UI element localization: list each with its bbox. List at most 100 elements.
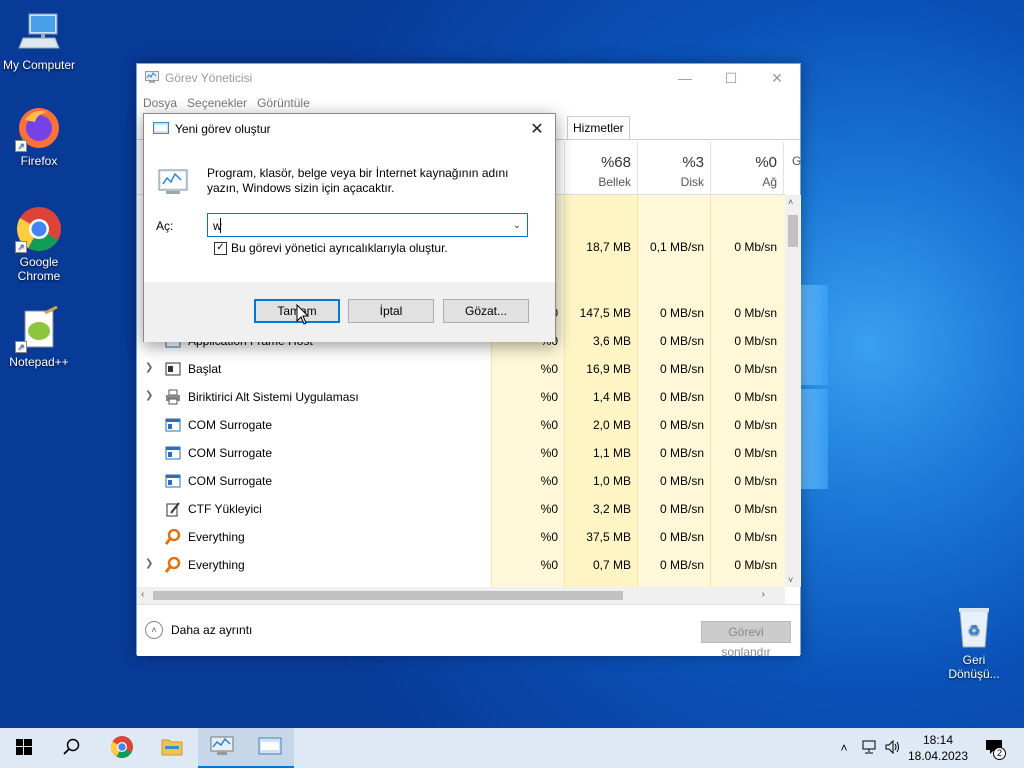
text-caret xyxy=(220,218,221,233)
run-close-button[interactable]: ✕ xyxy=(519,114,555,144)
run-program-icon xyxy=(156,164,190,198)
scroll-left-icon[interactable]: ‹ xyxy=(141,589,144,600)
table-row[interactable]: ❯ Başlat %0 16,9 MB 0 MB/sn 0 Mb/sn xyxy=(137,355,785,383)
desktop-icon-firefox[interactable]: ↗ Firefox xyxy=(1,104,77,168)
table-row[interactable]: COM Surrogate %0 1,1 MB 0 MB/sn 0 Mb/sn xyxy=(137,439,785,467)
chevron-down-icon[interactable]: ⌄ xyxy=(507,214,527,236)
column-header-network[interactable]: %0 Ağ xyxy=(710,142,783,195)
taskbar-clock[interactable]: 18:14 18.04.2023 xyxy=(905,732,971,764)
end-task-button[interactable]: Görevi sonlandır xyxy=(701,621,791,659)
vertical-scrollbar[interactable]: ˄ ˅ xyxy=(785,195,801,587)
table-row[interactable]: ❯ Everything %0 0,7 MB 0 MB/sn 0 Mb/sn xyxy=(137,551,785,579)
column-network-label: Ağ xyxy=(762,175,777,189)
close-icon: ✕ xyxy=(771,69,783,86)
scroll-right-icon[interactable]: › xyxy=(762,589,765,600)
scroll-up-icon[interactable]: ˄ xyxy=(788,197,793,207)
column-header-memory[interactable]: %68 Bellek xyxy=(564,142,637,195)
tab-services[interactable]: Hizmetler xyxy=(567,116,630,139)
less-details-label: Daha az ayrıntı xyxy=(171,623,253,637)
svg-text:♻: ♻ xyxy=(968,622,981,638)
vertical-scroll-thumb[interactable] xyxy=(788,215,798,247)
scroll-down-icon[interactable]: ˅ xyxy=(788,575,793,585)
network-button[interactable] xyxy=(858,728,880,768)
run-dialog-footer: Tamam İptal Gözat... xyxy=(144,282,555,342)
cell-memory: 147,5 MB xyxy=(579,306,631,320)
taskbar-file-explorer[interactable] xyxy=(148,728,196,768)
horizontal-scrollbar[interactable]: ‹ › xyxy=(137,587,785,604)
open-label: Aç: xyxy=(156,219,174,233)
task-manager-titlebar[interactable]: Görev Yöneticisi — ☐ ✕ xyxy=(137,64,800,92)
cell-disk: 0,1 MB/sn xyxy=(649,240,704,254)
expand-chevron-icon[interactable]: ❯ xyxy=(145,558,153,569)
cell-cpu: %0 xyxy=(540,418,558,432)
open-input[interactable]: w ⌄ xyxy=(207,213,528,237)
run-dialog-titlebar[interactable]: Yeni görev oluştur ✕ xyxy=(144,114,555,144)
cell-disk: 0 MB/sn xyxy=(659,558,704,572)
volume-button[interactable] xyxy=(882,728,904,768)
cancel-button[interactable]: İptal xyxy=(348,299,434,323)
clock-time: 18:14 xyxy=(922,733,954,747)
cell-disk: 0 MB/sn xyxy=(659,306,704,320)
cell-disk: 0 MB/sn xyxy=(659,474,704,488)
desktop-icon-recycle-bin[interactable]: ♻ Geri Dönüşü... xyxy=(936,603,1012,681)
close-button[interactable]: ✕ xyxy=(754,64,800,92)
expand-chevron-icon[interactable]: ❯ xyxy=(145,390,153,401)
cell-memory: 0,7 MB xyxy=(592,558,631,572)
desktop-icon-label: Notepad++ xyxy=(9,355,69,369)
browse-button[interactable]: Gözat... xyxy=(443,299,529,323)
horizontal-scroll-thumb[interactable] xyxy=(153,591,623,600)
desktop-icon-notepadpp[interactable]: ↗ Notepad++ xyxy=(1,305,77,369)
run-icon xyxy=(153,121,169,137)
cell-network: 0 Mb/sn xyxy=(734,530,777,544)
table-row[interactable]: COM Surrogate %0 2,0 MB 0 MB/sn 0 Mb/sn xyxy=(137,411,785,439)
taskbar-chrome[interactable] xyxy=(98,728,146,768)
notification-button[interactable]: 2 xyxy=(978,728,1010,768)
printer-icon xyxy=(165,389,181,405)
tray-overflow-button[interactable]: ˄ xyxy=(834,728,854,768)
mouse-cursor-icon xyxy=(296,303,310,326)
taskbar-task-manager[interactable] xyxy=(198,728,246,768)
taskbar-run[interactable] xyxy=(246,728,294,768)
run-description: Program, klasör, belge veya bir İnternet… xyxy=(207,166,509,195)
minimize-button[interactable]: — xyxy=(662,64,708,92)
menu-secenekler[interactable]: Seçenekler xyxy=(187,96,247,110)
notepadpp-icon: ↗ xyxy=(15,305,63,353)
column-memory-label: Bellek xyxy=(598,175,631,189)
table-row[interactable]: COM Surrogate %0 1,0 MB 0 MB/sn 0 Mb/sn xyxy=(137,467,785,495)
run-dialog-title: Yeni görev oluştur xyxy=(175,122,271,136)
maximize-button[interactable]: ☐ xyxy=(708,64,754,92)
desktop-icon-chrome[interactable]: ↗ Google Chrome xyxy=(1,205,77,283)
cell-network: 0 Mb/sn xyxy=(734,362,777,376)
expand-chevron-icon[interactable]: ❯ xyxy=(145,362,153,373)
column-header-gpu[interactable]: G xyxy=(783,142,803,195)
column-disk-percent: %3 xyxy=(682,154,704,171)
com-surrogate-icon xyxy=(165,473,181,489)
search-button[interactable] xyxy=(48,728,96,768)
clock-date: 18.04.2023 xyxy=(907,749,969,763)
less-details-button[interactable]: ˄ Daha az ayrıntı xyxy=(145,621,252,639)
start-button[interactable] xyxy=(0,728,48,768)
cell-disk: 0 MB/sn xyxy=(659,362,704,376)
cell-network: 0 Mb/sn xyxy=(734,306,777,320)
menu-dosya[interactable]: Dosya xyxy=(143,96,177,110)
table-row[interactable]: CTF Yükleyici %0 3,2 MB 0 MB/sn 0 Mb/sn xyxy=(137,495,785,523)
column-header-disk[interactable]: %3 Disk xyxy=(637,142,710,195)
desktop-icon-my-computer[interactable]: My Computer xyxy=(1,8,77,72)
table-row[interactable]: Everything %0 37,5 MB 0 MB/sn 0 Mb/sn xyxy=(137,523,785,551)
admin-checkbox[interactable]: ✓ Bu görevi yönetici ayrıcalıklarıyla ol… xyxy=(214,241,448,255)
cell-cpu: %0 xyxy=(540,558,558,572)
cell-network: 0 Mb/sn xyxy=(734,240,777,254)
ctf-loader-icon xyxy=(165,501,181,517)
table-row[interactable]: ❯ Biriktirici Alt Sistemi Uygulaması %0 … xyxy=(137,383,785,411)
cell-memory: 18,7 MB xyxy=(586,240,631,254)
column-disk-label: Disk xyxy=(680,175,704,189)
menu-goruntule[interactable]: Görüntüle xyxy=(257,96,310,110)
cell-memory: 3,6 MB xyxy=(592,334,631,348)
process-name: Başlat xyxy=(188,362,222,376)
cell-memory: 2,0 MB xyxy=(592,418,631,432)
com-surrogate-icon xyxy=(165,417,181,433)
admin-checkbox-label: Bu görevi yönetici ayrıcalıklarıyla oluş… xyxy=(231,241,448,255)
task-manager-title: Görev Yöneticisi xyxy=(165,71,253,85)
process-name: Everything xyxy=(188,530,245,544)
taskbar: ˄ 18:14 18.04.2023 2 xyxy=(0,728,1024,768)
